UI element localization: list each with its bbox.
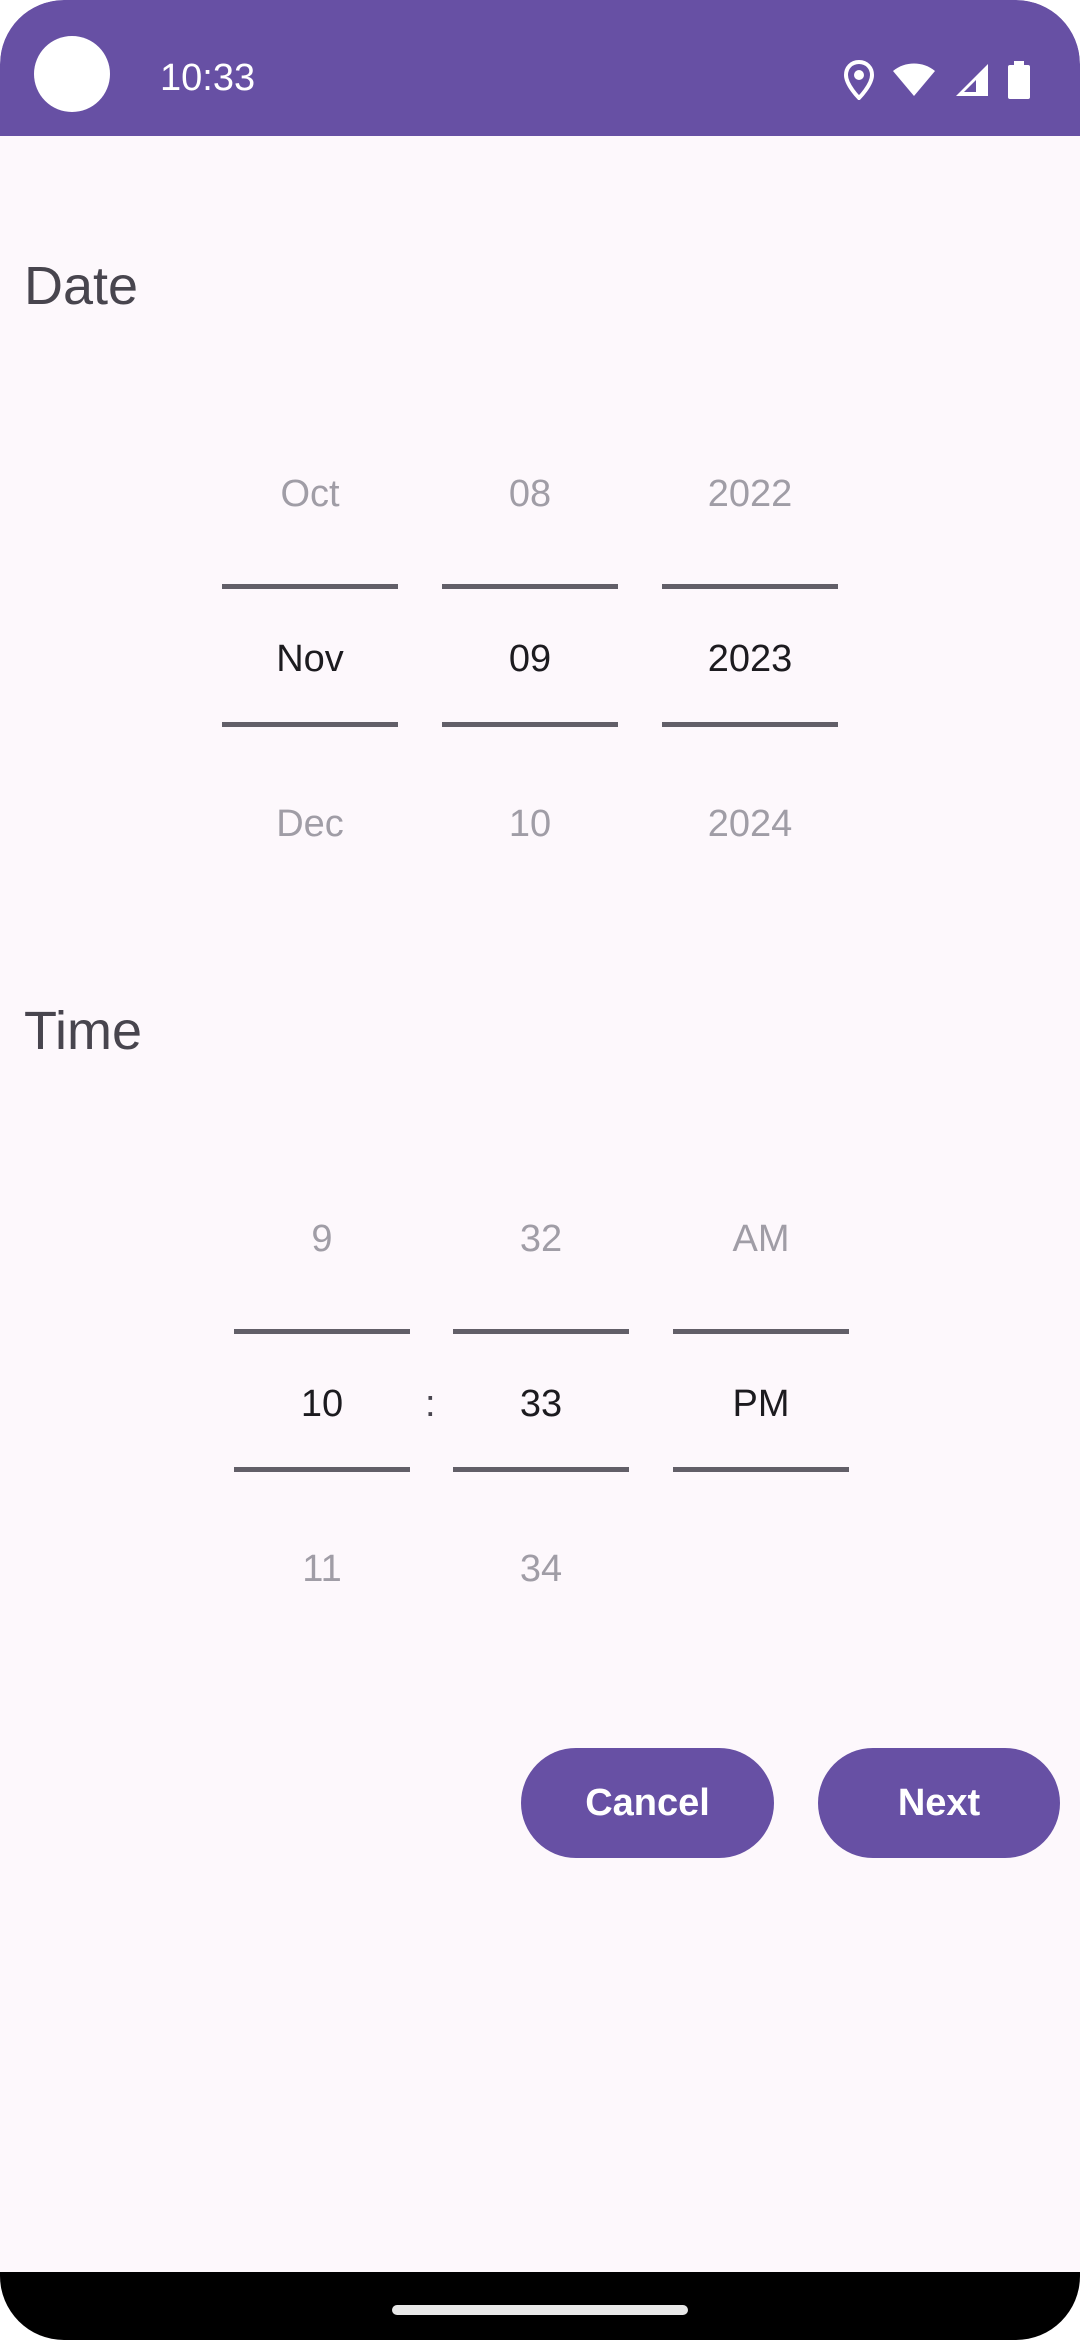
hour-picker[interactable]: 9 10 11 xyxy=(234,1205,410,1605)
month-divider-bottom xyxy=(222,722,398,727)
month-divider-top xyxy=(222,584,398,589)
date-title: Date xyxy=(24,256,139,316)
minute-next[interactable]: 34 xyxy=(453,1547,629,1591)
time-title: Time xyxy=(24,1001,142,1061)
year-picker[interactable]: 2022 2023 2024 xyxy=(662,460,838,860)
minute-prev[interactable]: 32 xyxy=(453,1217,629,1261)
screen: 10:33 Date Oct Nov Dec 08 09 10 2022 202… xyxy=(0,0,1080,2340)
day-selected[interactable]: 09 xyxy=(442,637,618,681)
day-divider-top xyxy=(442,584,618,589)
year-next[interactable]: 2024 xyxy=(662,802,838,846)
hour-selected[interactable]: 10 xyxy=(234,1382,410,1426)
status-icons xyxy=(844,60,1030,100)
day-divider-bottom xyxy=(442,722,618,727)
wifi-icon xyxy=(892,62,936,98)
period-picker[interactable]: AM PM xyxy=(673,1205,849,1605)
period-divider-top xyxy=(673,1329,849,1334)
month-picker[interactable]: Oct Nov Dec xyxy=(222,460,398,860)
month-selected[interactable]: Nov xyxy=(222,637,398,681)
hour-prev[interactable]: 9 xyxy=(234,1217,410,1261)
time-separator: : xyxy=(425,1383,436,1425)
year-selected[interactable]: 2023 xyxy=(662,637,838,681)
status-time: 10:33 xyxy=(160,57,256,99)
status-bar: 10:33 xyxy=(0,0,1080,136)
hour-divider-bottom xyxy=(234,1467,410,1472)
year-divider-bottom xyxy=(662,722,838,727)
minute-divider-bottom xyxy=(453,1467,629,1472)
month-next[interactable]: Dec xyxy=(222,802,398,846)
hour-next[interactable]: 11 xyxy=(234,1547,410,1591)
year-divider-top xyxy=(662,584,838,589)
signal-icon xyxy=(954,62,990,98)
cancel-button[interactable]: Cancel xyxy=(521,1748,774,1858)
location-icon xyxy=(844,60,874,100)
next-button[interactable]: Next xyxy=(818,1748,1060,1858)
period-selected[interactable]: PM xyxy=(673,1382,849,1426)
month-prev[interactable]: Oct xyxy=(222,472,398,516)
minute-selected[interactable]: 33 xyxy=(453,1382,629,1426)
day-next[interactable]: 10 xyxy=(442,802,618,846)
period-divider-bottom xyxy=(673,1467,849,1472)
minute-divider-top xyxy=(453,1329,629,1334)
minute-picker[interactable]: 32 33 34 xyxy=(453,1205,629,1605)
day-prev[interactable]: 08 xyxy=(442,472,618,516)
battery-icon xyxy=(1008,61,1030,99)
home-handle[interactable] xyxy=(392,2305,688,2315)
day-picker[interactable]: 08 09 10 xyxy=(442,460,618,860)
camera-cutout xyxy=(34,36,110,112)
year-prev[interactable]: 2022 xyxy=(662,472,838,516)
period-prev[interactable]: AM xyxy=(673,1217,849,1261)
hour-divider-top xyxy=(234,1329,410,1334)
